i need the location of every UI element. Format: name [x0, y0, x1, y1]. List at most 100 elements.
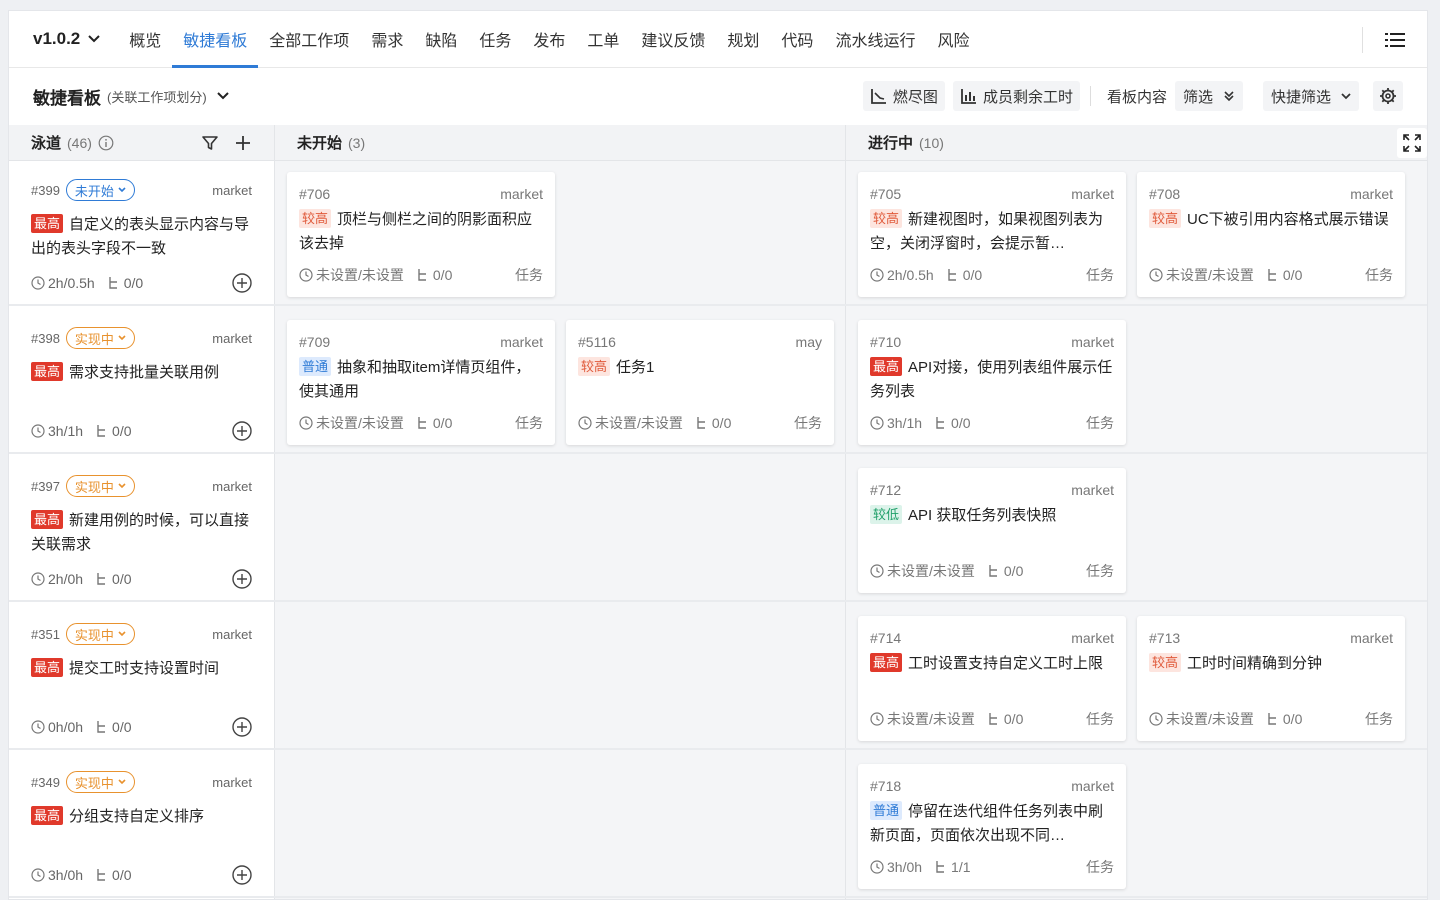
- card-title-text: API对接，使用列表组件展示任务列表: [870, 359, 1113, 400]
- task-card[interactable]: #708 market 较高 UC下被引用内容格式展示错误 未设置/未设置 0/0 任务: [1137, 172, 1405, 297]
- task-card[interactable]: #718 market 普通 停留在迭代组件任务列表中刷新页面，页面依次出现不同… 3h…: [858, 764, 1126, 889]
- tab-releases[interactable]: 发布: [522, 11, 576, 67]
- tab-code[interactable]: 代码: [770, 11, 824, 67]
- add-card-button[interactable]: [232, 273, 252, 293]
- card-header-row: #710 market: [870, 334, 1114, 350]
- subtask-value: 0/0: [123, 275, 144, 291]
- status-badge[interactable]: 实现中: [65, 623, 135, 645]
- burndown-button[interactable]: 燃尽图: [862, 81, 945, 111]
- lane-header-row: #349 实现中 market: [31, 771, 252, 793]
- lane-owner: market: [212, 774, 252, 790]
- status-label: 实现中: [74, 775, 114, 791]
- card-type: 任务: [515, 415, 543, 431]
- task-card[interactable]: #713 market 较高 工时时间精确到分钟 未设置/未设置 0/0 任务: [1137, 616, 1405, 741]
- add-card-button[interactable]: [232, 865, 252, 885]
- subtask-value: 0/0: [1003, 711, 1024, 727]
- chevron-down-icon: [118, 779, 126, 785]
- filter-select[interactable]: 筛选: [1174, 81, 1243, 111]
- priority-badge: 较低: [870, 505, 903, 524]
- lane-meta: 0h/0h 0/0: [31, 717, 252, 737]
- task-card[interactable]: #706 market 较高 顶栏与侧栏之间的阴影面积应该去掉 未设置/未设置 0/0 任务: [287, 172, 555, 297]
- card-title-text: 停留在迭代组件任务列表中刷新页面，页面依次出现不同…: [870, 803, 1104, 844]
- card-title: 较高 新建视图时，如果视图列表为空，关闭浮窗时，会提示暂…: [870, 208, 1114, 256]
- tab-overview[interactable]: 概览: [118, 11, 172, 67]
- plus-circle-icon: [232, 717, 252, 737]
- card-title: 普通 停留在迭代组件任务列表中刷新页面，页面依次出现不同…: [870, 800, 1114, 848]
- subtask-meta: 0/0: [987, 711, 1023, 727]
- tab-requirements[interactable]: 需求: [360, 11, 414, 67]
- task-card[interactable]: #705 market 较高 新建视图时，如果视图列表为空，关闭浮窗时，会提示暂… 2h…: [858, 172, 1126, 297]
- list-menu-button[interactable]: [1363, 11, 1427, 68]
- swimlane-card[interactable]: #399 未开始 market 最高 自定义的表头显示内容与导出的表头字段不一致 …: [9, 161, 274, 307]
- priority-badge: 较高: [299, 209, 332, 228]
- task-card[interactable]: #712 market 较低 API 获取任务列表快照 未设置/未设置 0/0 任务: [858, 468, 1126, 593]
- filter-icon[interactable]: [201, 134, 219, 152]
- tab-defects[interactable]: 缺陷: [414, 11, 468, 67]
- add-card-button[interactable]: [232, 569, 252, 589]
- quick-filter-select[interactable]: 快捷筛选: [1262, 81, 1359, 111]
- doing-header-count: (10): [919, 134, 944, 151]
- lane-meta: 3h/0h 0/0: [31, 865, 252, 885]
- column-divider: [274, 125, 275, 899]
- swimlane-card[interactable]: #397 实现中 market 最高 新建用例的时候，可以直接关联需求 2h/0h…: [9, 457, 274, 603]
- subtask-meta: 0/0: [987, 563, 1023, 579]
- swimlane-card[interactable]: #351 实现中 market 最高 提交工时支持设置时间 0h/0h 0/0: [9, 605, 274, 751]
- lane-id-group: #349 实现中: [31, 771, 135, 793]
- chevron-down-icon[interactable]: [216, 92, 229, 100]
- clock-icon: [870, 416, 884, 430]
- add-card-button[interactable]: [232, 421, 252, 441]
- add-icon[interactable]: [235, 135, 251, 151]
- subtask-icon: [418, 417, 426, 429]
- subtask-icon: [1268, 713, 1276, 725]
- settings-button[interactable]: [1373, 81, 1403, 111]
- card-owner: market: [1071, 334, 1114, 350]
- task-card[interactable]: #709 market 普通 抽象和抽取item详情页组件，使其通用 未设置/未设置 0/…: [287, 320, 555, 445]
- subtask-value: 0/0: [1003, 563, 1024, 579]
- board-content-label: 看板内容: [1106, 88, 1167, 106]
- hours-meta: 未设置/未设置: [578, 413, 683, 433]
- clock-icon: [578, 416, 592, 430]
- hours-value: 2h/0.5h: [48, 275, 95, 291]
- clock-icon: [1149, 268, 1163, 282]
- status-badge[interactable]: 未开始: [65, 179, 135, 201]
- card-owner: market: [1350, 186, 1393, 202]
- hours-meta: 2h/0h: [31, 571, 83, 587]
- status-badge[interactable]: 实现中: [65, 475, 135, 497]
- subtask-meta: 0/0: [95, 719, 132, 735]
- version-selector[interactable]: v1.0.2: [9, 11, 118, 67]
- task-card[interactable]: #5116 may 较高 任务1 未设置/未设置 0/0 任务: [566, 320, 834, 445]
- card-title-text: 抽象和抽取item详情页组件，使其通用: [299, 359, 531, 400]
- card-meta: 未设置/未设置 0/0 任务: [1149, 709, 1393, 729]
- task-card[interactable]: #710 market 最高 API对接，使用列表组件展示任务列表 3h/1h 0/0 任务: [858, 320, 1126, 445]
- swimlane-card[interactable]: #398 实现中 market 最高 需求支持批量关联用例 3h/1h 0/0: [9, 309, 274, 455]
- status-badge[interactable]: 实现中: [65, 771, 135, 793]
- card-meta: 未设置/未设置 0/0 任务: [578, 413, 822, 433]
- status-badge[interactable]: 实现中: [65, 327, 135, 349]
- tab-risks[interactable]: 风险: [926, 11, 980, 67]
- clock-icon: [299, 268, 313, 282]
- tab-agile-board[interactable]: 敏捷看板: [172, 11, 259, 68]
- fullscreen-button[interactable]: [1397, 128, 1427, 158]
- nav-tabs: 概览 敏捷看板 全部工作项 需求 缺陷 任务 发布 工单 建议反馈 规划 代码 …: [118, 11, 980, 68]
- tab-all-items[interactable]: 全部工作项: [258, 11, 360, 67]
- status-label: 实现中: [74, 627, 114, 643]
- chevron-down-icon: [88, 35, 100, 43]
- card-type: 任务: [794, 415, 822, 431]
- tab-pipeline-runs[interactable]: 流水线运行: [824, 11, 926, 67]
- add-card-button[interactable]: [232, 717, 252, 737]
- card-title-text: API 获取任务列表快照: [908, 507, 1057, 524]
- card-title-text: 顶栏与侧栏之间的阴影面积应该去掉: [299, 211, 533, 252]
- hours-meta: 未设置/未设置: [870, 561, 975, 581]
- member-hours-button[interactable]: 成员剩余工时: [952, 81, 1080, 111]
- hours-value: 未设置/未设置: [887, 711, 975, 727]
- tab-tickets[interactable]: 工单: [576, 11, 630, 67]
- swimlane-card[interactable]: #349 实现中 market 最高 分组支持自定义排序 3h/0h 0/0: [9, 753, 274, 899]
- card-id: #706: [299, 186, 331, 202]
- task-card[interactable]: #714 market 最高 工时设置支持自定义工时上限 未设置/未设置 0/0 任务: [858, 616, 1126, 741]
- tab-feedback[interactable]: 建议反馈: [630, 11, 716, 67]
- tab-planning[interactable]: 规划: [716, 11, 770, 67]
- card-type: 任务: [1086, 267, 1114, 283]
- card-owner: market: [1071, 630, 1114, 646]
- hours-meta: 未设置/未设置: [299, 413, 404, 433]
- tab-tasks[interactable]: 任务: [468, 11, 522, 67]
